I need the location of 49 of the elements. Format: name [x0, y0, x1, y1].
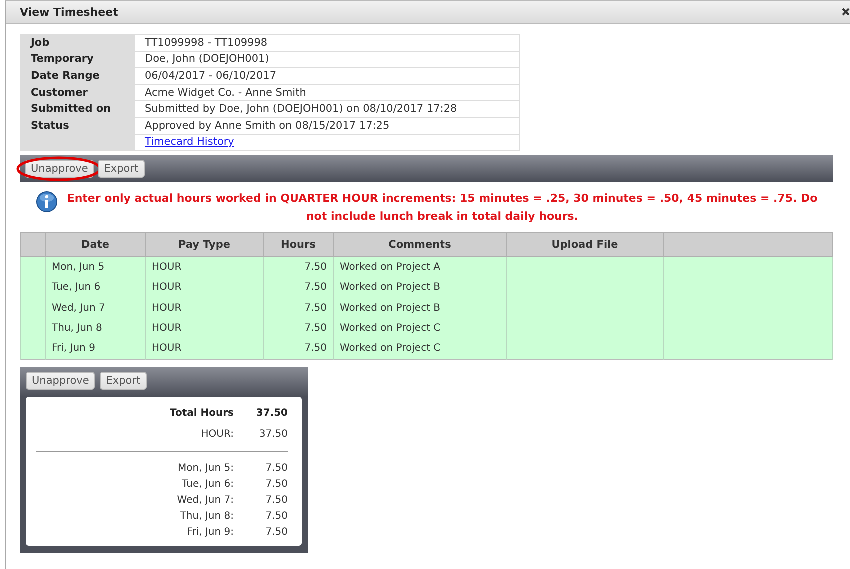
table-cell: Worked on Project C [334, 338, 506, 360]
window-title: View Timesheet [20, 6, 118, 18]
toolbar-button[interactable]: Unapprove [25, 160, 94, 178]
field-value: Approved by Anne Smith on 08/15/2017 17:25 [134, 117, 520, 134]
field-label: Status [20, 117, 134, 134]
day-label: Tue, Jun 6: [182, 478, 234, 490]
table-row[interactable]: Wed, Jun 7 HOUR 7.50 Worked on Project B [20, 298, 832, 318]
field-value: TT1099998 - TT109998 [134, 34, 520, 52]
info-icon [36, 191, 58, 214]
column-header: Hours [264, 232, 334, 257]
table-row[interactable]: Tue, Jun 6 HOUR 7.50 Worked on Project B [20, 278, 832, 298]
field-value: Acme Widget Co. - Anne Smith [134, 84, 520, 101]
field-label: Job [20, 34, 134, 52]
day-label: Thu, Jun 8: [180, 510, 234, 522]
pay-type-label: HOUR: [201, 429, 234, 440]
field-value: 06/04/2017 - 06/10/2017 [134, 68, 520, 84]
day-hours: 7.50 [264, 526, 288, 538]
field-label: Date Range [20, 68, 134, 84]
table-cell: 7.50 [264, 338, 334, 360]
close-icon[interactable] [842, 7, 850, 17]
table-cell: HOUR [146, 338, 264, 360]
field-label: Customer [20, 84, 134, 101]
day-hours: 7.50 [264, 510, 288, 522]
column-header: Pay Type [146, 232, 264, 257]
total-label: Total Hours [170, 408, 234, 420]
day-label: Mon, Jun 5: [178, 462, 234, 474]
table-cell: Fri, Jun 9 [46, 338, 146, 360]
toolbar-button[interactable]: Export [98, 160, 145, 178]
table-row[interactable]: Thu, Jun 8 HOUR 7.50 Worked on Project C [20, 318, 832, 339]
notice-text: Enter only actual hours worked in QUARTER HOUR increments: 15 minutes = .25, 30 minutes = .50, 45 minutes = .75. Do not include lunch break in total daily hours. [66, 191, 819, 226]
summary-button[interactable]: Export [100, 372, 147, 390]
field-label: Submitted on [20, 100, 134, 118]
field-value: Doe, John (DOEJOH001) [134, 51, 520, 68]
day-label: Fri, Jun 9: [187, 526, 234, 538]
day-hours: 7.50 [264, 478, 288, 490]
day-label: Wed, Jun 7: [177, 494, 234, 506]
day-hours: 7.50 [264, 494, 288, 506]
field-value: Submitted by Doe, John (DOEJOH001) on 08/10/2017 17:28 [134, 100, 520, 118]
table-row[interactable]: Mon, Jun 5 HOUR 7.50 Worked on Project A [20, 256, 832, 278]
table-row[interactable]: Fri, Jun 9 HOUR 7.50 Worked on Project C [20, 338, 832, 360]
column-header: Comments [334, 232, 506, 257]
pay-type-hours: 37.50 [258, 429, 288, 440]
column-header: Date [46, 232, 146, 257]
field-label: Temporary [20, 51, 134, 68]
column-header: Upload File [506, 232, 664, 257]
timecard-history-link[interactable]: Timecard History [145, 136, 234, 148]
day-hours: 7.50 [264, 462, 288, 474]
total-value: 37.50 [255, 408, 288, 420]
summary-button[interactable]: Unapprove [26, 372, 96, 390]
